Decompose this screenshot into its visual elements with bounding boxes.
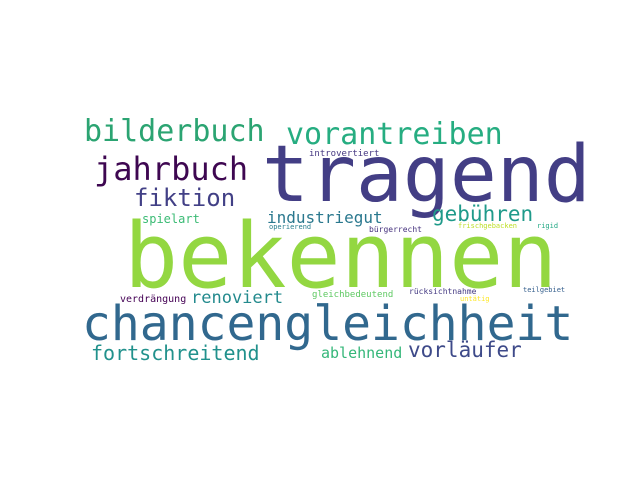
word-buergerrecht: bürgerrecht xyxy=(369,225,422,234)
word-renoviert: renoviert xyxy=(191,288,284,308)
word-verdraengung: verdrängung xyxy=(120,294,187,305)
word-frischgebacken: frischgebacken xyxy=(458,222,518,230)
word-rigid: rigid xyxy=(537,222,559,230)
word-teilgebiet: teilgebiet xyxy=(523,286,566,294)
word-fortschreitend: fortschreitend xyxy=(91,341,260,365)
word-vorlaeufer: vorläufer xyxy=(408,338,522,362)
word-untaetig: untätig xyxy=(460,295,490,303)
word-operierend: operierend xyxy=(269,223,312,231)
word-ablehnend: ablehnend xyxy=(321,344,403,362)
word-bilderbuch: bilderbuch xyxy=(84,114,265,149)
word-gleichbedeutend: gleichbedeutend xyxy=(312,290,394,300)
word-jahrbuch: jahrbuch xyxy=(94,150,249,188)
word-spielart: spielart xyxy=(142,212,200,226)
word-introvertiert: introvertiert xyxy=(309,149,380,159)
word-cloud: tragend bekennen chancengleichheit bilde… xyxy=(0,0,640,480)
word-fiktion: fiktion xyxy=(134,184,236,212)
word-vorantreiben: vorantreiben xyxy=(286,117,503,152)
